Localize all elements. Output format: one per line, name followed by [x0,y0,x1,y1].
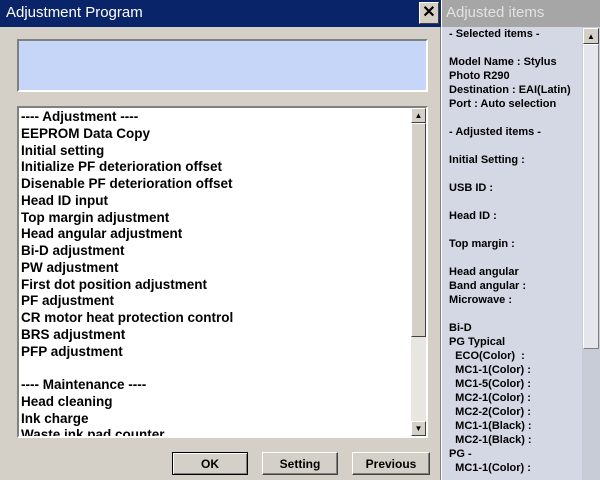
message-box [17,39,428,92]
panel-line: Top margin : [446,238,515,250]
list-item[interactable]: Head angular adjustment [21,226,411,243]
window-title: Adjustment Program [6,4,143,21]
list-item[interactable]: Head cleaning [21,394,411,411]
panel-spacer [446,111,584,125]
list-item[interactable]: Initial setting [21,143,411,160]
list-item[interactable]: CR motor heat protection control [21,310,411,327]
panel-content: - Selected items - Model Name : Stylus P… [446,27,584,480]
panel-line: Photo R290 [446,70,510,82]
list-item[interactable]: EEPROM Data Copy [21,126,411,143]
panel-line: Head angular [446,266,519,278]
panel-line: PG Typical [446,336,506,348]
list-item[interactable]: Ink charge [21,411,411,428]
previous-button[interactable]: Previous [352,452,430,475]
close-button[interactable]: ✕ [419,2,439,24]
panel-line: - Adjusted items - [446,126,541,138]
adjustment-list[interactable]: ---- Adjustment ---- EEPROM Data Copy Init… [17,106,428,438]
panel-title: Adjusted items [446,4,545,21]
panel-line: PG - [446,448,472,460]
panel-line: MC2-2(Color) : [446,406,531,418]
panel-spacer [446,195,584,209]
adjustment-list-items: ---- Adjustment ---- EEPROM Data Copy Init… [21,109,411,436]
list-section-header: ---- Adjustment ---- [21,109,139,124]
scroll-up-icon: ▲ [587,31,595,41]
panel-line: Initial Setting : [446,154,525,166]
panel-spacer [446,307,584,321]
list-item[interactable]: Waste ink pad counter [21,427,411,436]
list-scroll-thumb[interactable] [411,123,426,337]
panel-spacer [446,223,584,237]
panel-line: Band angular : [446,280,527,292]
list-item[interactable]: PFP adjustment [21,344,411,361]
title-bar[interactable]: Adjustment Program ✕ [0,0,441,27]
panel-scrollbar[interactable]: ▲ [582,27,600,480]
panel-spacer [446,139,584,153]
scroll-down-icon: ▼ [414,424,423,433]
panel-spacer [446,167,584,181]
panel-line: Microwave : [446,294,513,306]
list-spacer [21,360,411,377]
panel-scroll-up-button[interactable]: ▲ [583,28,599,44]
panel-scroll-thumb[interactable] [583,44,599,349]
list-item[interactable]: PW adjustment [21,260,411,277]
panel-line: Head ID : [446,210,497,222]
panel-line: Destination : EAI(Latin) [446,84,571,96]
close-icon: ✕ [422,4,436,21]
panel-line: MC1-1(Color) : [446,364,531,376]
panel-spacer [446,251,584,265]
panel-line: Model Name : Stylus [446,56,557,68]
list-item[interactable]: PF adjustment [21,293,411,310]
panel-header: Adjusted items [442,0,600,27]
list-item[interactable]: Top margin adjustment [21,210,411,227]
list-item[interactable]: Disenable PF deterioration offset [21,176,411,193]
ok-button[interactable]: OK [172,452,248,475]
panel-line: MC1-1(Black) : [446,420,532,432]
panel-line: USB ID : [446,182,494,194]
list-item[interactable]: Initialize PF deterioration offset [21,159,411,176]
panel-line: MC1-1(Color) : [446,462,531,474]
adjustment-program-window: Adjustment Program ✕ ---- Adjustment ---… [0,0,441,480]
list-scrollbar[interactable]: ▲ ▼ [411,108,426,436]
setting-button[interactable]: Setting [262,452,338,475]
adjusted-items-panel: Adjusted items - Selected items - Model … [442,0,600,480]
panel-line: - Selected items - [446,28,540,40]
panel-line: Bi-D [446,322,472,334]
list-section-header: ---- Maintenance ---- [21,377,147,392]
list-item[interactable]: First dot position adjustment [21,277,411,294]
panel-line: MC2-1(Color) : [446,392,531,404]
list-item[interactable]: BRS adjustment [21,327,411,344]
panel-line: MC1-5(Color) : [446,378,531,390]
panel-spacer [446,41,584,55]
list-item[interactable]: Bi-D adjustment [21,243,411,260]
list-item[interactable]: Head ID input [21,193,411,210]
scroll-up-icon: ▲ [414,111,423,120]
scroll-up-button[interactable]: ▲ [411,108,426,123]
panel-line: MC2-1(Black) : [446,434,532,446]
panel-line: Port : Auto selection [446,98,557,110]
scroll-down-button[interactable]: ▼ [411,421,426,436]
panel-line: ECO(Color) : [446,350,525,362]
